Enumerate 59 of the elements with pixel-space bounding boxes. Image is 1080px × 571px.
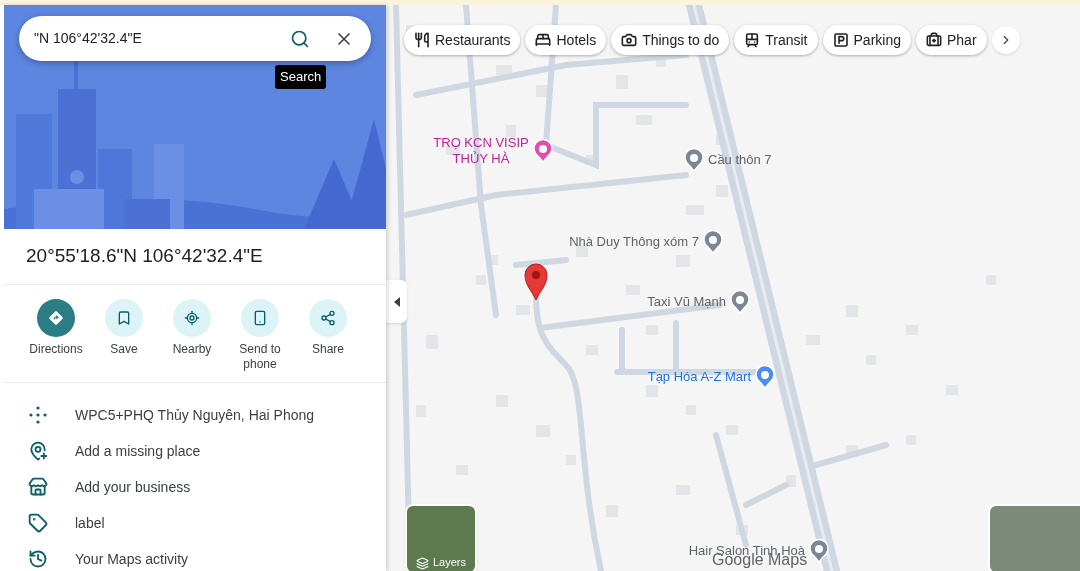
fork-knife-icon [414,32,430,48]
category-chip[interactable]: Phar [916,25,987,55]
building-shape [476,275,486,285]
action-button[interactable]: Save [90,299,158,372]
place-label[interactable]: Tạp Hóa A-Z Mart [647,369,751,385]
category-chip[interactable]: Transit [734,25,818,55]
map-pin-icon[interactable] [703,230,723,254]
add-pin-icon [28,441,48,461]
bed-pin-icon[interactable] [533,139,553,163]
action-button[interactable]: Send to phone [226,299,294,372]
history-icon [28,549,48,569]
caret-left-icon [393,296,400,307]
building-shape [496,65,512,75]
building-shape [536,85,548,97]
share-icon [320,310,336,326]
phone-icon [252,310,268,326]
camera-icon [621,32,638,48]
dots-icon [28,405,48,425]
train-icon [744,32,761,48]
action-button[interactable]: Share [294,299,362,372]
building-shape [786,475,796,487]
medical-kit-icon [926,32,942,48]
detail-row[interactable]: label [28,505,386,541]
place-label[interactable]: Cầu thôn 7 [708,152,772,168]
map-pin-icon[interactable] [809,539,829,563]
nearby-icon [184,310,200,326]
parking-icon [832,32,849,48]
shopping-bag-pin-icon[interactable] [755,365,775,389]
bed-icon [535,32,552,48]
category-chip[interactable]: Parking [822,25,911,55]
detail-row[interactable]: Add your business [28,469,386,505]
road [513,257,569,268]
detail-row[interactable]: Add a missing place [28,433,386,469]
building-shape [716,185,728,197]
search-field[interactable]: "N 106°42'32.4"E [19,16,371,61]
action-button[interactable]: Directions [22,299,90,372]
store-icon [28,477,48,497]
search-icon [290,28,310,49]
building-shape [846,445,858,455]
detail-row[interactable]: WPC5+PHQ Thủy Nguyên, Hai Phong [28,397,386,433]
layers-button[interactable]: Layers [405,504,477,571]
detail-row[interactable]: Your Maps activity [28,541,386,571]
bridge-pin-icon[interactable] [684,148,704,172]
place-title: 20°55'18.6"N 106°42'32.4"E [26,244,263,269]
place-label[interactable]: Taxi Vũ Mạnh [647,294,726,310]
location-pin-icon[interactable] [524,263,548,301]
collapse-panel-button[interactable] [386,280,407,323]
category-chip[interactable]: Restaurants [404,25,521,55]
bookmark-icon [116,310,132,326]
search-tooltip: Search [275,65,327,89]
place-label[interactable]: Nhà Duy Thông xóm 7 [569,234,699,250]
map-pin-icon[interactable] [730,290,750,314]
place-label[interactable]: TRỌ KCN VISIP THỦY HÀ [433,135,529,167]
tag-icon [28,513,48,533]
category-chip[interactable]: Hotels [525,25,607,55]
layers-icon [416,557,429,570]
action-button[interactable]: Nearby [158,299,226,372]
category-chip[interactable]: Things to do [611,25,730,55]
street-view-photo-placeholder[interactable] [988,504,1080,571]
